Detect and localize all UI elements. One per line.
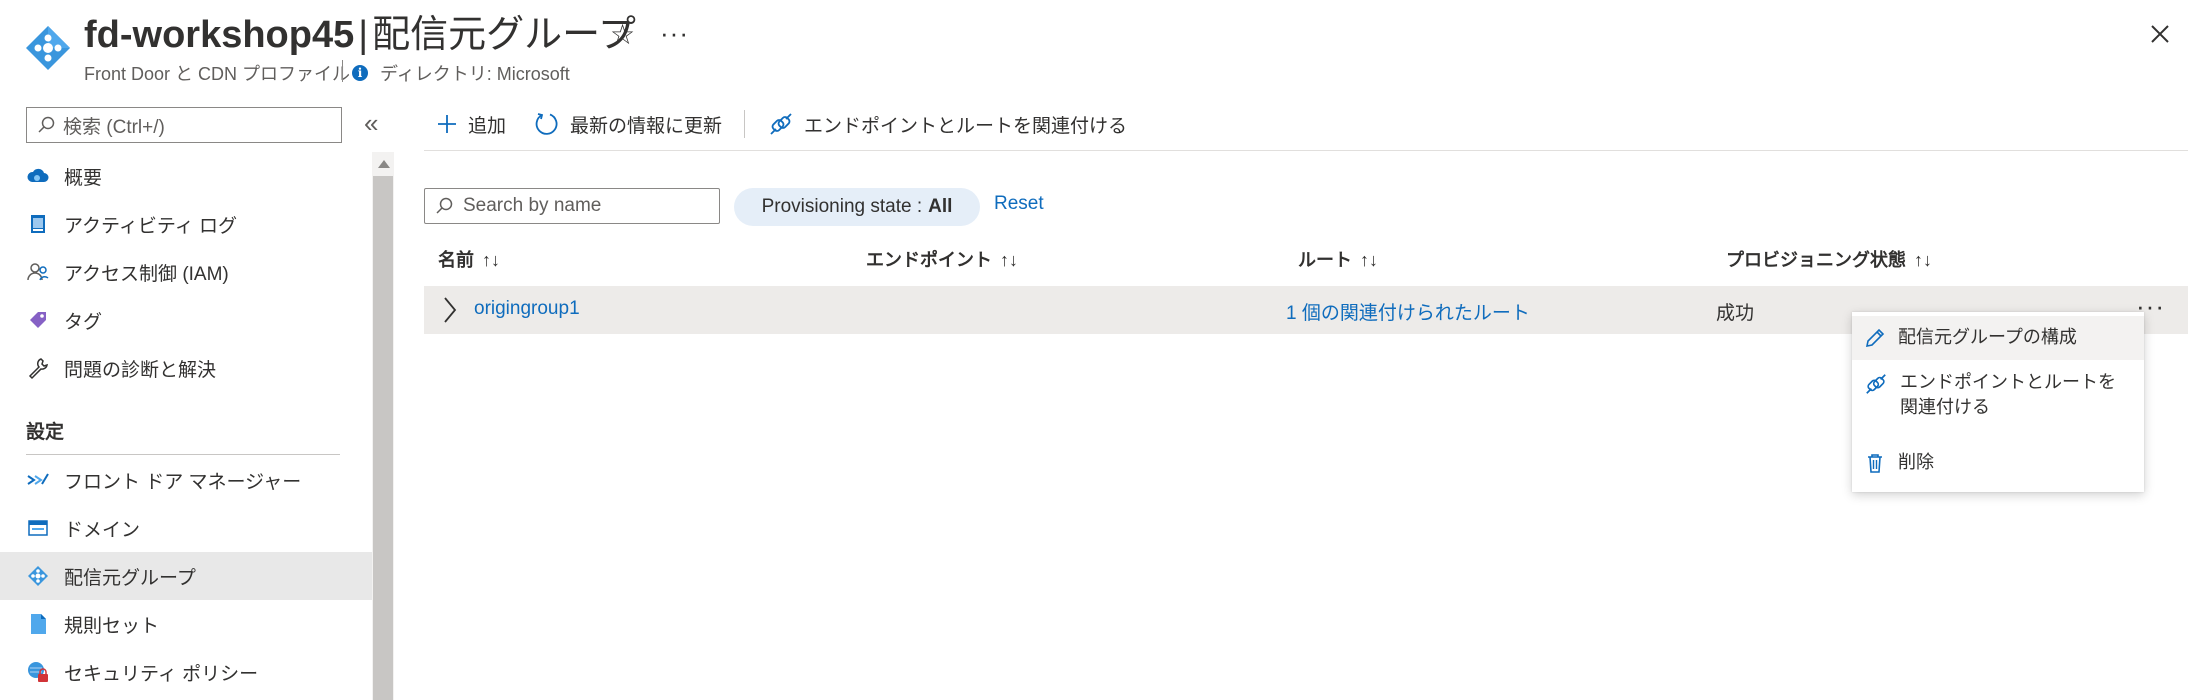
sidebar-search-placeholder: 検索 (Ctrl+/) bbox=[63, 116, 165, 138]
sidebar-item-label: セキュリティ ポリシー bbox=[64, 663, 259, 685]
row-context-menu: 配信元グループの構成 エンドポイントとルートを関連付ける 削除 bbox=[1852, 312, 2144, 492]
domain-icon bbox=[26, 516, 50, 540]
sidebar-item-label: 概要 bbox=[64, 167, 103, 189]
title-separator: | bbox=[358, 14, 369, 56]
column-header-label: エンドポイント bbox=[866, 250, 992, 270]
page-name: 配信元グループ bbox=[372, 14, 636, 56]
sidebar-item-origin-groups[interactable]: 配信元グループ bbox=[0, 552, 372, 600]
column-header-label: プロビジョニング状態 bbox=[1726, 250, 1906, 270]
tag-icon bbox=[26, 308, 50, 332]
sidebar-item-iam[interactable]: アクセス制御 (IAM) bbox=[0, 248, 372, 296]
people-icon bbox=[26, 260, 50, 284]
sidebar-item-rule-sets[interactable]: 規則セット bbox=[0, 600, 372, 648]
scroll-up-arrow-icon[interactable] bbox=[378, 160, 390, 168]
chevron-right-icon[interactable] bbox=[440, 294, 460, 326]
sidebar-item-label: アクセス制御 (IAM) bbox=[64, 263, 229, 285]
header-divider bbox=[342, 60, 343, 82]
page-title: fd-workshop45 | 配信元グループ bbox=[84, 12, 636, 58]
directory-label: ディレクトリ: Microsoft bbox=[380, 64, 570, 84]
menu-item-configure-origin-group[interactable]: 配信元グループの構成 bbox=[1852, 316, 2144, 360]
search-icon bbox=[38, 116, 55, 133]
sidebar-item-domains[interactable]: ドメイン bbox=[0, 504, 372, 552]
plus-icon bbox=[438, 115, 456, 133]
link-icon bbox=[770, 113, 792, 135]
sidebar-item-overview[interactable]: 概要 bbox=[0, 152, 372, 200]
directory-info: i ディレクトリ: Microsoft bbox=[352, 60, 570, 86]
pencil-icon bbox=[1865, 328, 1885, 348]
column-header-route[interactable]: ルート ↑↓ bbox=[1298, 246, 1378, 272]
front-door-logo-icon bbox=[24, 24, 72, 72]
settings-section-title: 設定 bbox=[26, 422, 65, 443]
associate-button-label: エンドポイントとルートを関連付ける bbox=[804, 115, 1128, 137]
origin-group-name-link[interactable]: origingroup1 bbox=[474, 298, 580, 320]
menu-item-label: 配信元グループの構成 bbox=[1898, 327, 2077, 347]
menu-item-label: 削除 bbox=[1898, 452, 1934, 472]
sidebar-item-label: 配信元グループ bbox=[64, 567, 196, 589]
sidebar-item-front-door-manager[interactable]: フロント ドア マネージャー bbox=[0, 456, 372, 504]
menu-item-delete[interactable]: 削除 bbox=[1852, 442, 2144, 486]
sidebar-item-label: フロント ドア マネージャー bbox=[64, 471, 302, 493]
column-header-label: 名前 bbox=[438, 250, 474, 270]
header-more-button[interactable]: ··· bbox=[660, 18, 689, 49]
sort-icon: ↑↓ bbox=[1000, 250, 1018, 270]
toolbar-separator bbox=[744, 110, 745, 138]
sidebar-item-tags[interactable]: タグ bbox=[0, 296, 372, 344]
menu-item-associate-endpoint-route[interactable]: エンドポイントとルートを関連付ける bbox=[1852, 368, 2144, 436]
column-header-name[interactable]: 名前 ↑↓ bbox=[438, 246, 500, 272]
close-icon[interactable] bbox=[2142, 16, 2178, 52]
resource-name: fd-workshop45 bbox=[84, 14, 355, 56]
info-icon: i bbox=[352, 65, 368, 81]
refresh-button[interactable]: 最新の情報に更新 bbox=[534, 108, 722, 140]
sidebar-item-label: ドメイン bbox=[64, 519, 141, 541]
favorite-star-icon[interactable]: ☆ bbox=[610, 18, 635, 51]
refresh-icon bbox=[535, 113, 558, 135]
sidebar-item-label: 規則セット bbox=[64, 615, 160, 637]
refresh-button-label: 最新の情報に更新 bbox=[570, 115, 723, 137]
column-header-endpoint[interactable]: エンドポイント ↑↓ bbox=[866, 246, 1018, 272]
cloud-icon bbox=[26, 164, 50, 188]
column-header-label: ルート bbox=[1298, 250, 1352, 270]
resource-type-subtitle: Front Door と CDN プロファイル bbox=[84, 64, 351, 84]
sidebar-item-label: アクティビティ ログ bbox=[64, 215, 238, 237]
menu-item-label: エンドポイントとルートを関連付ける bbox=[1900, 372, 2116, 417]
provisioning-state-filter[interactable]: Provisioning state : All bbox=[734, 188, 980, 226]
sort-icon: ↑↓ bbox=[1360, 250, 1378, 270]
trash-icon bbox=[1868, 454, 1882, 473]
search-by-name-input[interactable]: Search by name bbox=[424, 188, 720, 224]
sidebar-search-input[interactable]: 検索 (Ctrl+/) bbox=[26, 107, 342, 143]
add-button[interactable]: 追加 bbox=[436, 108, 506, 140]
collapse-sidebar-button[interactable]: « bbox=[364, 108, 378, 139]
filter-label: Provisioning state : bbox=[761, 196, 923, 217]
toolbar-divider bbox=[424, 150, 2188, 151]
activity-log-icon bbox=[26, 212, 50, 236]
origin-group-icon bbox=[26, 564, 50, 588]
sidebar-item-diagnose[interactable]: 問題の診断と解決 bbox=[0, 344, 372, 392]
security-icon bbox=[26, 660, 50, 684]
front-door-icon bbox=[26, 468, 50, 492]
sidebar-item-label: 問題の診断と解決 bbox=[64, 359, 217, 381]
wrench-icon bbox=[26, 356, 50, 380]
sort-icon: ↑↓ bbox=[482, 250, 500, 270]
associated-routes-link[interactable]: 1 個の関連付けられたルート bbox=[1286, 298, 1530, 325]
reset-filters-link[interactable]: Reset bbox=[994, 193, 1044, 215]
filter-value: All bbox=[928, 196, 953, 217]
sort-icon: ↑↓ bbox=[1914, 250, 1932, 270]
document-icon bbox=[26, 612, 50, 636]
associate-endpoint-route-button[interactable]: エンドポイントとルートを関連付ける bbox=[768, 108, 1127, 140]
link-icon bbox=[1866, 374, 1886, 394]
add-button-label: 追加 bbox=[468, 115, 507, 137]
search-by-name-placeholder: Search by name bbox=[463, 195, 602, 216]
search-icon bbox=[436, 197, 453, 214]
section-divider bbox=[26, 454, 340, 455]
provisioning-state-cell: 成功 bbox=[1716, 303, 1755, 324]
sidebar-item-label: タグ bbox=[64, 311, 103, 333]
sidebar-item-security-policy[interactable]: セキュリティ ポリシー bbox=[0, 648, 372, 696]
sidebar-item-activity-log[interactable]: アクティビティ ログ bbox=[0, 200, 372, 248]
column-header-provisioning-state[interactable]: プロビジョニング状態 ↑↓ bbox=[1726, 246, 1932, 272]
scrollbar-thumb[interactable] bbox=[373, 176, 393, 700]
